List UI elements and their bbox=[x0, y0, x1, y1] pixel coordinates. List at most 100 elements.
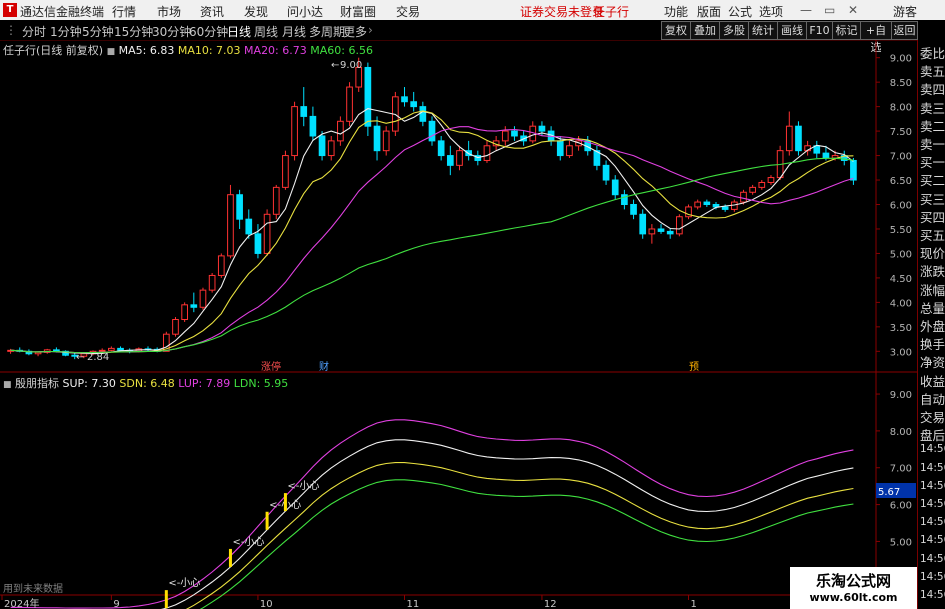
side-panel-item[interactable]: 卖四 bbox=[920, 79, 945, 98]
side-panel-item[interactable]: 买三 bbox=[920, 189, 945, 208]
side-panel-item[interactable]: 14:56 bbox=[920, 571, 945, 583]
menu-options[interactable]: 选项 bbox=[759, 3, 783, 20]
period-daily[interactable]: 日线 bbox=[227, 23, 251, 40]
side-panel-item[interactable]: 外盘 bbox=[920, 316, 945, 335]
indicator-tick-label: 7.00 bbox=[890, 464, 912, 475]
side-panel-item[interactable]: 净资 bbox=[920, 352, 945, 371]
overlay-button[interactable]: 叠加 bbox=[690, 21, 720, 40]
side-panel-item[interactable]: 14:56 bbox=[920, 498, 945, 510]
app-logo-icon: T bbox=[3, 3, 17, 17]
candle-body bbox=[34, 351, 42, 355]
side-panel-item[interactable]: 买四 bbox=[920, 207, 945, 226]
multi-stock-button[interactable]: 多股 bbox=[719, 21, 749, 40]
side-panel-item[interactable]: 卖五 bbox=[920, 61, 945, 80]
user-guest[interactable]: 游客 bbox=[893, 3, 917, 20]
restore-icon[interactable]: ▭ bbox=[824, 3, 835, 17]
side-panel-item[interactable]: 14:56 bbox=[920, 516, 945, 528]
mark-button[interactable]: 标记 bbox=[832, 21, 861, 40]
menu-quotes[interactable]: 行情 bbox=[112, 3, 136, 20]
side-panel-item[interactable]: 14:56 bbox=[920, 534, 945, 546]
kline-chart[interactable]: 9.00 8.50 8.00 7.50 7.00 6.50 6.00 5.50 5.00 4.50… bbox=[0, 40, 917, 609]
indicator-lines bbox=[10, 419, 854, 609]
quote-side-panel: 委比 卖五 卖四 卖三 卖二 卖一 买一 买二 买三 买四 买五 现价 涨跌 涨幅 总量 外盘 换手 净资 收益 自动… bbox=[917, 40, 945, 609]
side-panel-item[interactable]: 卖三 bbox=[920, 98, 945, 117]
signal-bar bbox=[265, 511, 269, 530]
close-icon[interactable]: ✕ bbox=[848, 3, 858, 17]
menu-formula[interactable]: 公式 bbox=[728, 3, 752, 20]
period-weekly[interactable]: 周线 bbox=[254, 23, 278, 40]
period-intraday[interactable]: 分时 bbox=[22, 23, 46, 40]
login-status[interactable]: 证券交易未登录 bbox=[520, 3, 604, 20]
add-watchlist-button[interactable]: +自选 bbox=[860, 21, 892, 54]
candle-body bbox=[272, 186, 280, 215]
side-panel-item[interactable]: 涨幅 bbox=[920, 280, 945, 299]
candle-body bbox=[291, 106, 298, 157]
candle-body bbox=[566, 145, 573, 157]
side-panel-item[interactable]: 卖一 bbox=[920, 134, 945, 153]
statistics-button[interactable]: 统计 bbox=[748, 21, 778, 40]
period-multi[interactable]: 多周期 bbox=[309, 23, 345, 40]
period-1min[interactable]: 1分钟 bbox=[50, 23, 82, 40]
period-60min[interactable]: 60分钟 bbox=[189, 23, 228, 40]
side-panel-item[interactable]: 盘后 bbox=[920, 425, 945, 444]
menu-wealth[interactable]: 财富圈 bbox=[340, 3, 376, 20]
candle-body bbox=[446, 155, 454, 166]
period-15min[interactable]: 15分钟 bbox=[114, 23, 153, 40]
side-panel-item[interactable]: 卖二 bbox=[920, 116, 945, 135]
minimize-icon[interactable]: — bbox=[800, 3, 812, 17]
side-panel-item[interactable]: 14:56 bbox=[920, 553, 945, 565]
f10-button[interactable]: F10 bbox=[806, 21, 833, 40]
side-panel-item[interactable]: 收益 bbox=[920, 371, 945, 390]
back-button[interactable]: 返回 bbox=[891, 21, 918, 40]
side-panel-item[interactable]: 涨跌 bbox=[920, 261, 945, 280]
menu-trade[interactable]: 交易 bbox=[396, 3, 420, 20]
side-panel-item[interactable]: 现价 bbox=[920, 243, 945, 262]
side-panel-item[interactable]: 总量 bbox=[920, 298, 945, 317]
side-panel-item[interactable]: 交易 bbox=[920, 407, 945, 426]
candle-body bbox=[364, 66, 372, 127]
side-panel-item[interactable]: 买一 bbox=[920, 152, 945, 171]
low-price-label: 2.84 bbox=[87, 352, 109, 363]
side-panel-item[interactable]: 买五 bbox=[920, 225, 945, 244]
side-panel-item[interactable]: 委比 bbox=[920, 43, 945, 62]
app-title: 通达信金融终端 bbox=[20, 5, 105, 19]
event-tag-forecast[interactable]: 预 bbox=[689, 361, 699, 373]
draw-line-button[interactable]: 画线 bbox=[777, 21, 807, 40]
event-tag-limit-up[interactable]: 涨停 bbox=[261, 360, 281, 373]
lup-value: LUP: 7.89 bbox=[178, 377, 231, 390]
price-tick-label: 6.00 bbox=[890, 201, 912, 212]
side-panel-item[interactable]: 14:56 bbox=[920, 443, 945, 455]
candle-body bbox=[602, 164, 610, 181]
period-5min[interactable]: 5分钟 bbox=[82, 23, 114, 40]
side-panel-item[interactable]: 14:56 bbox=[920, 480, 945, 492]
candle-body bbox=[795, 125, 802, 152]
side-panel-item[interactable]: 换手 bbox=[920, 334, 945, 353]
menu-ask[interactable]: 问小达 bbox=[287, 3, 323, 20]
menu-layout[interactable]: 版面 bbox=[697, 3, 721, 20]
period-more[interactable]: 更多 bbox=[343, 23, 367, 40]
price-tick-label: 8.50 bbox=[890, 78, 912, 89]
indicator-current-tag: 5.67 bbox=[878, 487, 900, 498]
menu-function[interactable]: 功能 bbox=[664, 3, 688, 20]
menu-market[interactable]: 市场 bbox=[157, 3, 181, 20]
candle-body bbox=[172, 319, 179, 335]
adjust-button[interactable]: 复权 bbox=[661, 21, 691, 40]
more-chevron-icon[interactable]: › bbox=[368, 23, 373, 37]
candle-body bbox=[419, 106, 427, 122]
menu-discover[interactable]: 发现 bbox=[244, 3, 268, 20]
indicator-name[interactable]: 殷朋指标 bbox=[15, 377, 59, 390]
side-panel-item[interactable]: 买二 bbox=[920, 170, 945, 189]
menu-news[interactable]: 资讯 bbox=[200, 3, 224, 20]
event-tag-finance[interactable]: 财 bbox=[319, 360, 329, 373]
date-tick-label: 1 bbox=[691, 599, 697, 609]
period-monthly[interactable]: 月线 bbox=[282, 23, 306, 40]
candle-body bbox=[694, 201, 702, 208]
side-panel-item[interactable]: 14:56 bbox=[920, 462, 945, 474]
side-panel-item[interactable]: 14:56 bbox=[920, 589, 945, 601]
price-tick-label: 4.00 bbox=[890, 298, 912, 309]
candle-body bbox=[337, 120, 344, 142]
sup-value: SUP: 7.30 bbox=[62, 377, 116, 390]
side-panel-item[interactable]: 自动 bbox=[920, 389, 945, 408]
period-30min[interactable]: 30分钟 bbox=[152, 23, 191, 40]
indicator-settings-icon[interactable]: ■ bbox=[3, 380, 12, 390]
